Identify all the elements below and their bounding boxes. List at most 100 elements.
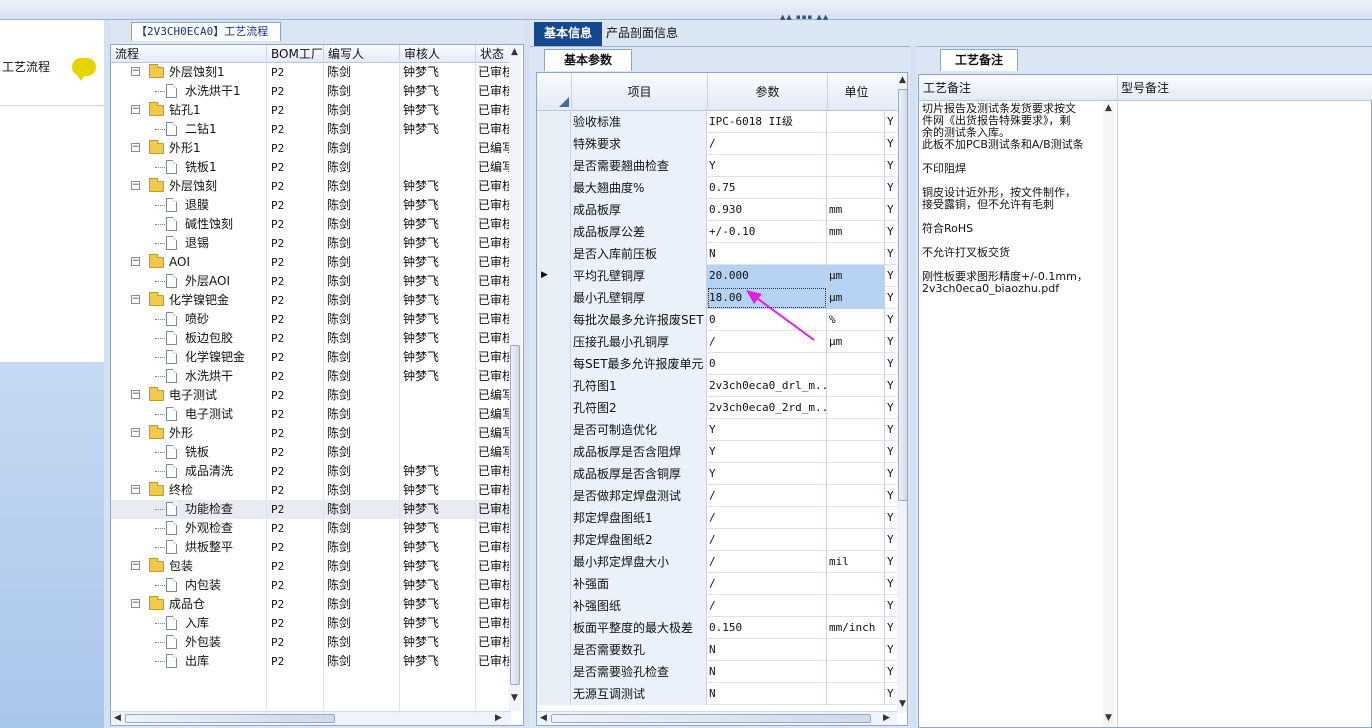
- collapse-icon[interactable]: −: [131, 105, 140, 114]
- row-indicator[interactable]: [537, 595, 571, 617]
- collapse-icon[interactable]: −: [131, 485, 140, 494]
- param-value-cell[interactable]: /: [707, 551, 827, 573]
- param-unit-cell[interactable]: [827, 639, 885, 661]
- tree-row[interactable]: 退膜 P2 陈剑 钟梦飞 已审核: [111, 196, 511, 215]
- collapse-icon[interactable]: −: [131, 390, 140, 399]
- param-flag-cell[interactable]: Y: [885, 551, 897, 573]
- param-value-cell[interactable]: /: [707, 529, 827, 551]
- param-unit-cell[interactable]: [827, 507, 885, 529]
- tree-row[interactable]: 功能检查 P2 陈剑 钟梦飞 已审核: [111, 500, 511, 519]
- params-vscrollbar[interactable]: ▲ ▼: [897, 73, 907, 713]
- tree-row[interactable]: 内包装 P2 陈剑 钟梦飞 已审核: [111, 576, 511, 595]
- tab-basic-info[interactable]: 基本信息: [534, 22, 602, 46]
- param-value-cell[interactable]: 0: [707, 353, 827, 375]
- row-indicator[interactable]: [537, 639, 571, 661]
- param-flag-cell[interactable]: Y: [885, 265, 897, 287]
- tab-basic-params[interactable]: 基本参数: [544, 49, 632, 71]
- param-flag-cell[interactable]: Y: [885, 617, 897, 639]
- param-value-cell[interactable]: 0.75: [707, 177, 827, 199]
- row-indicator[interactable]: [537, 177, 571, 199]
- row-indicator[interactable]: [537, 199, 571, 221]
- row-indicator[interactable]: [537, 617, 571, 639]
- param-flag-cell[interactable]: Y: [885, 331, 897, 353]
- params-row[interactable]: 最大翘曲度% 0.75 Y: [537, 177, 897, 199]
- param-unit-cell[interactable]: %: [827, 309, 885, 331]
- row-indicator[interactable]: [537, 485, 571, 507]
- tree-row[interactable]: 成品清洗 P2 陈剑 钟梦飞 已审核: [111, 462, 511, 481]
- tree-row[interactable]: 出库 P2 陈剑 钟梦飞 已审核: [111, 652, 511, 671]
- param-value-cell[interactable]: Y: [707, 441, 827, 463]
- param-unit-cell[interactable]: [827, 463, 885, 485]
- col-header-param[interactable]: 参数: [707, 73, 827, 111]
- row-indicator[interactable]: [537, 397, 571, 419]
- param-value-cell[interactable]: Y: [707, 155, 827, 177]
- row-indicator[interactable]: [537, 551, 571, 573]
- params-row[interactable]: 是否可制造优化 Y Y: [537, 419, 897, 441]
- row-indicator[interactable]: [537, 419, 571, 441]
- param-unit-cell[interactable]: μm: [827, 331, 885, 353]
- params-row[interactable]: 最小邦定焊盘大小 / mil Y: [537, 551, 897, 573]
- param-unit-cell[interactable]: [827, 419, 885, 441]
- tree-row[interactable]: − 包装 P2 陈剑 钟梦飞 已审核: [111, 557, 511, 576]
- tree-row[interactable]: 水洗烘干1 P2 陈剑 钟梦飞 已审核: [111, 82, 511, 101]
- collapse-icon[interactable]: −: [131, 599, 140, 608]
- row-indicator[interactable]: [537, 331, 571, 353]
- tree-row[interactable]: 入库 P2 陈剑 钟梦飞 已审核: [111, 614, 511, 633]
- scroll-right-icon[interactable]: ▶: [495, 713, 502, 723]
- tree-row[interactable]: 板边包胶 P2 陈剑 钟梦飞 已审核: [111, 329, 511, 348]
- collapse-icon[interactable]: −: [131, 181, 140, 190]
- params-row[interactable]: 压接孔最小孔铜厚 / μm Y: [537, 331, 897, 353]
- params-scroll-up-icon[interactable]: ▲: [899, 75, 906, 85]
- param-unit-cell[interactable]: [827, 485, 885, 507]
- param-unit-cell[interactable]: mm: [827, 221, 885, 243]
- row-indicator[interactable]: [537, 287, 571, 309]
- params-row[interactable]: 特殊要求 / Y: [537, 133, 897, 155]
- param-flag-cell[interactable]: Y: [885, 199, 897, 221]
- params-scroll-down-icon[interactable]: ▼: [899, 699, 906, 709]
- tree-col-header-2[interactable]: 编写人: [323, 45, 399, 63]
- collapse-icon[interactable]: −: [131, 428, 140, 437]
- nav-item-process-flow[interactable]: 工艺流程: [2, 58, 62, 78]
- param-flag-cell[interactable]: Y: [885, 419, 897, 441]
- param-unit-cell[interactable]: [827, 683, 885, 705]
- row-indicator[interactable]: [537, 463, 571, 485]
- param-unit-cell[interactable]: mm: [827, 199, 885, 221]
- param-flag-cell[interactable]: Y: [885, 375, 897, 397]
- row-indicator[interactable]: [537, 375, 571, 397]
- scroll-left-icon[interactable]: ◀: [114, 713, 121, 723]
- row-indicator[interactable]: [537, 221, 571, 243]
- notes-vscrollbar[interactable]: ▲ ▼: [1103, 101, 1115, 727]
- param-flag-cell[interactable]: Y: [885, 111, 897, 133]
- param-unit-cell[interactable]: [827, 595, 885, 617]
- tree-row[interactable]: − 外形 P2 陈剑 已编写: [111, 424, 511, 443]
- tree-row[interactable]: 碱性蚀刻 P2 陈剑 钟梦飞 已审核: [111, 215, 511, 234]
- params-row[interactable]: 每批次最多允许报废SET 0% Y: [537, 309, 897, 331]
- row-indicator[interactable]: ▶: [537, 265, 571, 287]
- param-flag-cell[interactable]: Y: [885, 177, 897, 199]
- param-flag-cell[interactable]: Y: [885, 441, 897, 463]
- params-hscrollbar[interactable]: ◀ ▶: [537, 711, 897, 725]
- row-indicator[interactable]: [537, 133, 571, 155]
- param-value-cell[interactable]: Y: [707, 463, 827, 485]
- params-row[interactable]: 是否需要翘曲检查 Y Y: [537, 155, 897, 177]
- row-indicator[interactable]: [537, 441, 571, 463]
- params-row[interactable]: 最小孔壁铜厚 18.00 μm Y: [537, 287, 897, 309]
- param-unit-cell[interactable]: [827, 155, 885, 177]
- param-unit-cell[interactable]: [827, 397, 885, 419]
- params-row[interactable]: 每SET最多允许报废单元 0 Y: [537, 353, 897, 375]
- param-unit-cell[interactable]: [827, 375, 885, 397]
- param-unit-cell[interactable]: [827, 177, 885, 199]
- params-vscroll-thumb[interactable]: [898, 89, 907, 501]
- params-row[interactable]: 补强图纸 / Y: [537, 595, 897, 617]
- tree-row[interactable]: 烘板整平 P2 陈剑 钟梦飞 已审核: [111, 538, 511, 557]
- tab-product-profile[interactable]: 产品剖面信息: [606, 22, 696, 46]
- param-value-cell[interactable]: 2v3ch0eca0_drl_m...: [707, 375, 827, 397]
- tree-row[interactable]: − 电子测试 P2 陈剑 已编写: [111, 386, 511, 405]
- param-flag-cell[interactable]: Y: [885, 309, 897, 331]
- params-row[interactable]: 是否需要验孔检查 N Y: [537, 661, 897, 683]
- collapse-icon[interactable]: −: [131, 561, 140, 570]
- tree-row[interactable]: − 外形1 P2 陈剑 已编写: [111, 139, 511, 158]
- params-row[interactable]: 无源互调测试 N Y: [537, 683, 897, 705]
- param-unit-cell[interactable]: [827, 573, 885, 595]
- params-row[interactable]: 孔符图1 2v3ch0eca0_drl_m... Y: [537, 375, 897, 397]
